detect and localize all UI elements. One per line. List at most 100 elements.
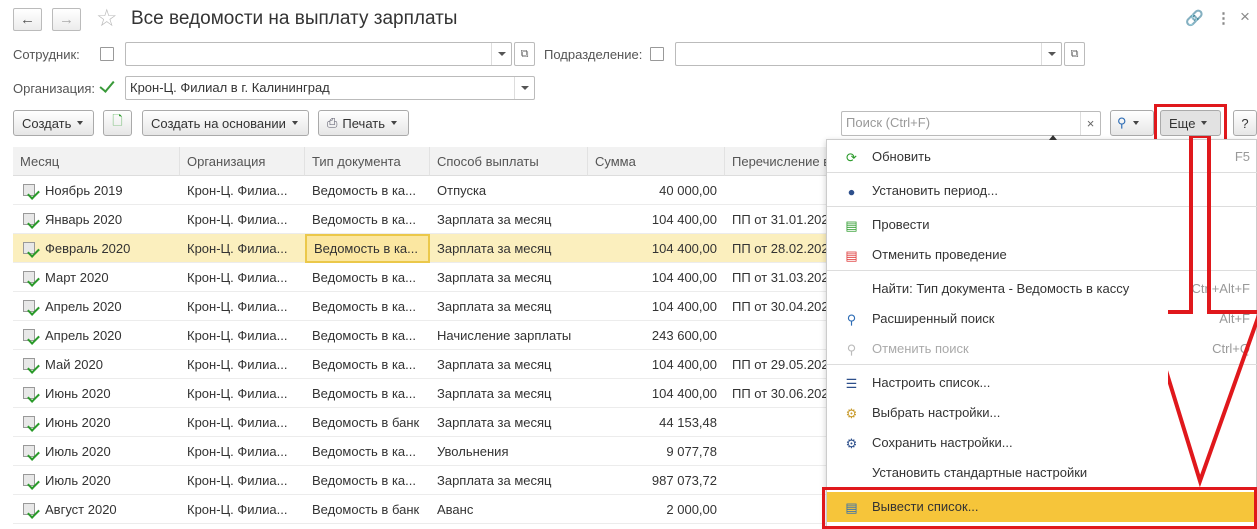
department-label: Подразделение: <box>544 47 643 62</box>
department-dropdown[interactable] <box>1041 43 1061 65</box>
employee-label: Сотрудник: <box>13 47 80 62</box>
search-button[interactable]: ⚲ <box>1110 110 1154 136</box>
search-input[interactable]: Поиск (Ctrl+F) <box>841 111 1101 136</box>
column-header-sum[interactable]: Сумма <box>588 147 725 176</box>
back-button[interactable]: ← <box>13 8 42 31</box>
employee-field[interactable] <box>125 42 512 66</box>
table-row[interactable]: Июль 2020 Крон-Ц. Филиа... Ведомость в ка.… <box>13 466 843 495</box>
table-cell-sum: 987 073,72 <box>651 473 717 488</box>
create-based-on-button[interactable]: Создать на основании <box>142 110 309 136</box>
table-cell-type: Ведомость в ка... <box>305 234 430 263</box>
posted-document-icon <box>23 445 35 457</box>
table-cell-method: Отпуска <box>437 183 487 198</box>
table-cell-org: Крон-Ц. Филиа... <box>187 502 288 517</box>
copy-button[interactable]: 🗋 <box>103 110 132 136</box>
table-cell-type: Ведомость в ка... <box>312 183 416 198</box>
table-cell-org: Крон-Ц. Филиа... <box>187 415 288 430</box>
table-cell-type: Ведомость в банк <box>312 415 420 430</box>
menu-item-label: Сохранить настройки... <box>872 435 1013 450</box>
department-open-button[interactable]: ⧉ <box>1064 42 1085 66</box>
table-cell-sum: 104 400,00 <box>651 386 717 401</box>
table-cell-month: Август 2020 <box>45 502 117 517</box>
department-checkbox[interactable] <box>650 47 664 61</box>
table-cell-method: Увольнения <box>437 444 509 459</box>
table-row[interactable]: Июнь 2020 Крон-Ц. Филиа... Ведомость в бан… <box>13 408 843 437</box>
organization-checkbox[interactable] <box>100 81 114 95</box>
open-form-icon: ⧉ <box>1070 47 1079 60</box>
table-row[interactable]: Апрель 2020 Крон-Ц. Филиа... Ведомость в к… <box>13 292 843 321</box>
chevron-down-icon <box>291 121 298 125</box>
link-icon[interactable]: 🔗 <box>1185 9 1204 27</box>
cancel-search-icon: ⚲ <box>846 342 857 357</box>
advanced-search-icon: ⚲ <box>846 312 857 327</box>
posted-document-icon <box>23 416 35 428</box>
organization-field[interactable]: Крон-Ц. Филиал в г. Калининград <box>125 76 535 100</box>
table-row[interactable]: Ноябрь 2019 Крон-Ц. Филиа... Ведомость в к… <box>13 176 843 205</box>
table-row[interactable]: Май 2020 Крон-Ц. Филиа... Ведомость в ка..… <box>13 350 843 379</box>
table-cell-month: Май 2020 <box>45 357 103 372</box>
posted-document-icon <box>23 329 35 341</box>
unpost-document-icon: ▤ <box>845 248 858 263</box>
table-cell-sum: 104 400,00 <box>651 299 717 314</box>
column-header-month[interactable]: Месяц <box>13 147 180 176</box>
employee-open-button[interactable]: ⧉ <box>514 42 535 66</box>
table-row[interactable]: Апрель 2020 Крон-Ц. Филиа... Ведомость в к… <box>13 321 843 350</box>
close-icon[interactable]: × <box>1240 7 1250 27</box>
create-button[interactable]: Создать <box>13 110 94 136</box>
table-cell-month: Ноябрь 2019 <box>45 183 123 198</box>
table-row[interactable]: Июль 2020 Крон-Ц. Филиа... Ведомость в ка.… <box>13 437 843 466</box>
menu-item-label: Настроить список... <box>872 375 991 390</box>
posted-document-icon <box>23 242 35 254</box>
table-cell-org: Крон-Ц. Филиа... <box>187 183 288 198</box>
table-cell-method: Зарплата за месяц <box>437 386 552 401</box>
print-button[interactable]: ⎙ Печать <box>318 110 409 136</box>
table-cell-month: Июнь 2020 <box>45 386 111 401</box>
table-row[interactable]: Март 2020 Крон-Ц. Филиа... Ведомость в ка.… <box>13 263 843 292</box>
menu-item-label: Провести <box>872 217 930 232</box>
table-cell-org: Крон-Ц. Филиа... <box>187 212 288 227</box>
table-cell-org: Крон-Ц. Филиа... <box>187 357 288 372</box>
organization-label: Организация: <box>13 81 96 96</box>
open-form-icon: ⧉ <box>520 47 529 60</box>
table-cell-sum: 44 153,48 <box>659 415 717 430</box>
export-list-highlight <box>822 487 1257 529</box>
table-cell-month: Январь 2020 <box>45 212 123 227</box>
table-cell-month: Апрель 2020 <box>45 299 122 314</box>
more-vertical-icon[interactable]: ⋮ <box>1216 9 1231 27</box>
table-cell-method: Начисление зарплаты <box>437 328 572 343</box>
table-cell-sum: 104 400,00 <box>651 212 717 227</box>
favorite-star-icon[interactable]: ☆ <box>96 4 118 33</box>
copy-document-icon: 🗋 <box>112 113 123 128</box>
table-cell-method: Зарплата за месяц <box>437 357 552 372</box>
column-header-organization[interactable]: Организация <box>180 147 305 176</box>
help-button[interactable]: ? <box>1233 110 1257 136</box>
department-field[interactable] <box>675 42 1062 66</box>
employee-dropdown[interactable] <box>491 43 511 65</box>
table-cell-org: Крон-Ц. Филиа... <box>187 328 288 343</box>
refresh-icon: ⟳ <box>846 150 857 165</box>
forward-button[interactable]: → <box>52 8 81 31</box>
annotation-arrow <box>1168 136 1257 488</box>
table-cell-type: Ведомость в ка... <box>312 328 416 343</box>
table-row[interactable]: Август 2020 Крон-Ц. Филиа... Ведомость в б… <box>13 495 843 524</box>
organization-dropdown[interactable] <box>514 77 534 99</box>
column-header-payment-method[interactable]: Способ выплаты <box>430 147 588 176</box>
menu-item-label: Обновить <box>872 149 931 164</box>
menu-item-label: Отменить поиск <box>872 341 969 356</box>
table-row[interactable]: Январь 2020 Крон-Ц. Филиа... Ведомость в к… <box>13 205 843 234</box>
table-cell-type: Ведомость в банк <box>312 502 420 517</box>
table-row[interactable]: Июнь 2020 Крон-Ц. Филиа... Ведомость в ка.… <box>13 379 843 408</box>
table-cell-type: Ведомость в ка... <box>312 473 416 488</box>
table-cell-org: Крон-Ц. Филиа... <box>187 270 288 285</box>
table-cell-org: Крон-Ц. Филиа... <box>187 444 288 459</box>
column-header-doc-type[interactable]: Тип документа <box>305 147 430 176</box>
posted-document-icon <box>23 503 35 515</box>
menu-item-label: Расширенный поиск <box>872 311 995 326</box>
table-cell-method: Зарплата за месяц <box>437 299 552 314</box>
page-title: Все ведомости на выплату зарплаты <box>131 8 458 29</box>
table-cell-month: Март 2020 <box>45 270 109 285</box>
arrow-right-icon: → <box>59 11 74 28</box>
employee-checkbox[interactable] <box>100 47 114 61</box>
clear-search-icon[interactable]: × <box>1080 112 1100 135</box>
table-row[interactable]: Февраль 2020 Крон-Ц. Филиа... Ведомость в … <box>13 234 843 263</box>
